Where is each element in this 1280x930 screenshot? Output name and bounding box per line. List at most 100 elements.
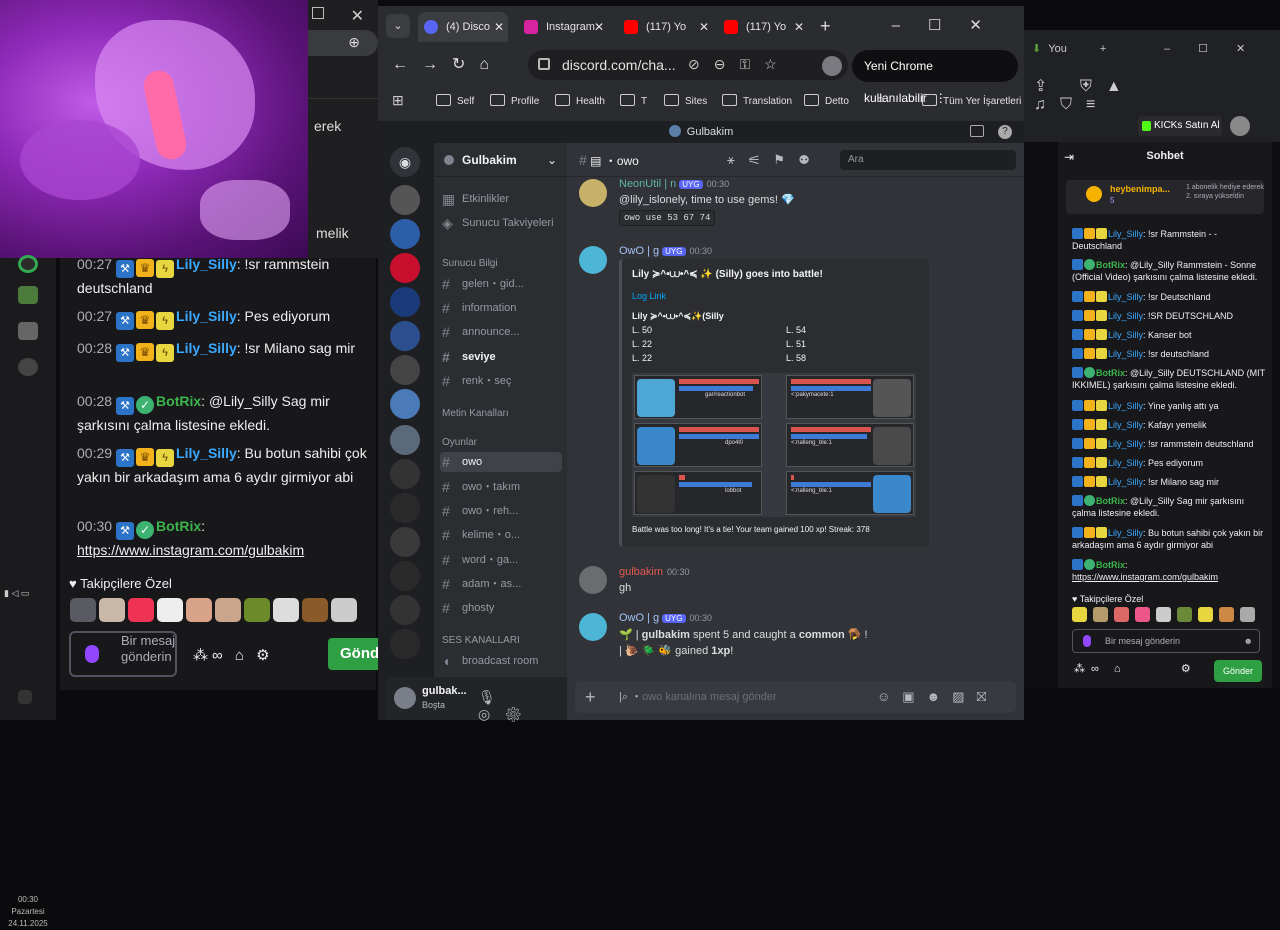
category-header[interactable]: Oyunlar bbox=[442, 437, 477, 448]
emote[interactable] bbox=[1156, 607, 1171, 622]
message-author[interactable]: OwO | g UYG 00:30 bbox=[619, 612, 712, 624]
voice-channel-item[interactable]: ◖ broadcast room bbox=[440, 651, 562, 671]
emote[interactable] bbox=[1219, 607, 1234, 622]
server-folder-icon[interactable] bbox=[390, 493, 420, 523]
channel-item[interactable]: # ghosty bbox=[440, 598, 562, 618]
help-icon[interactable]: ? bbox=[998, 125, 1012, 139]
category-header[interactable]: SES KANALLARI bbox=[442, 635, 520, 646]
message-author[interactable]: gulbakim 00:30 bbox=[619, 566, 690, 578]
bookmark-folder[interactable]: T bbox=[620, 94, 647, 107]
instagram-link[interactable]: https://www.instagram.com/gulbakim bbox=[77, 542, 304, 558]
maximize-icon[interactable] bbox=[312, 7, 324, 19]
server-icon[interactable] bbox=[390, 321, 420, 351]
server-icon[interactable] bbox=[390, 185, 420, 215]
avatar[interactable] bbox=[394, 687, 416, 709]
emote[interactable] bbox=[128, 598, 154, 622]
all-bookmarks[interactable]: Tüm Yer İşaretleri bbox=[922, 94, 1021, 107]
channel-item[interactable]: # adam・as... bbox=[440, 574, 562, 594]
mic-headset-settings-icons[interactable]: 🎙◎⚙ bbox=[478, 689, 567, 723]
server-icon[interactable] bbox=[390, 355, 420, 385]
avatar[interactable] bbox=[579, 613, 607, 641]
tab-search-icon[interactable]: ⌄ bbox=[386, 14, 410, 38]
apps-icon[interactable]: ⊞ bbox=[392, 92, 404, 109]
app-icon[interactable] bbox=[18, 322, 38, 340]
server-folder-icon[interactable] bbox=[390, 527, 420, 557]
chat-input[interactable]: Bir mesaj gönderin bbox=[69, 631, 177, 677]
bookmark-folder[interactable]: Health bbox=[555, 94, 605, 107]
emote[interactable] bbox=[273, 598, 299, 622]
log-link[interactable]: Log Link bbox=[632, 291, 666, 301]
avatar[interactable] bbox=[579, 246, 607, 274]
category-header[interactable]: Sunucu Bilgi bbox=[442, 258, 498, 269]
emote[interactable] bbox=[1114, 607, 1129, 622]
close-icon[interactable]: ✕ bbox=[351, 6, 364, 26]
send-button[interactable]: Gönder bbox=[1214, 660, 1262, 682]
nav-buttons[interactable]: ←→↻⌂ bbox=[392, 54, 503, 74]
server-header[interactable]: Gulbakim ⌄ bbox=[434, 143, 567, 177]
profile-avatar[interactable] bbox=[822, 56, 842, 76]
emote[interactable] bbox=[244, 598, 270, 622]
channel-item[interactable]: # announce... bbox=[440, 322, 562, 342]
channel-item[interactable]: # kelime・o... bbox=[440, 525, 562, 545]
mic-icon[interactable] bbox=[85, 645, 99, 663]
window-controls[interactable]: –☐✕ bbox=[892, 16, 1010, 34]
avatar[interactable] bbox=[579, 179, 607, 207]
emote[interactable] bbox=[302, 598, 328, 622]
input-toolbar-icons[interactable]: ☺▣☻▨⛝ bbox=[877, 681, 998, 713]
channel-item[interactable]: # seviye bbox=[440, 347, 562, 367]
instagram-link[interactable]: https://www.instagram.com/gulbakim bbox=[1072, 572, 1218, 582]
server-folder-icon[interactable] bbox=[390, 629, 420, 659]
bookmark-folder[interactable]: Sites bbox=[664, 94, 707, 107]
server-icon[interactable] bbox=[390, 425, 420, 455]
notification-icon[interactable] bbox=[18, 690, 32, 704]
channel-item[interactable]: # owo・takım bbox=[440, 477, 562, 497]
bookmark-folder[interactable]: Translation bbox=[722, 94, 792, 107]
server-folder-icon[interactable] bbox=[390, 561, 420, 591]
server-icon[interactable] bbox=[390, 219, 420, 249]
channel-item[interactable]: # renk・seç bbox=[440, 371, 562, 391]
buy-kicks-button[interactable]: KICKs Satın Al bbox=[1138, 116, 1222, 136]
chrome-icon[interactable] bbox=[18, 255, 38, 273]
new-tab-icon[interactable]: + bbox=[820, 16, 831, 37]
emote[interactable] bbox=[70, 598, 96, 622]
chat-toolbar-icons[interactable]: ⁂∞ ⌂ ⚙ bbox=[1074, 662, 1197, 675]
events-item[interactable]: ▦ Etkinlikler bbox=[440, 189, 562, 209]
discord-home-icon[interactable]: ◉ bbox=[390, 147, 420, 177]
address-bar-fragment[interactable] bbox=[308, 30, 378, 56]
chat-input[interactable]: Bir mesaj gönderin ☻ bbox=[1072, 629, 1260, 653]
message-author[interactable]: OwO | g UYG 00:30 bbox=[619, 245, 712, 257]
emote[interactable] bbox=[1135, 607, 1150, 622]
tab-label[interactable]: You bbox=[1048, 43, 1067, 55]
emote[interactable] bbox=[1198, 607, 1213, 622]
channel-item[interactable]: # information bbox=[440, 298, 562, 318]
toolbar-icons[interactable]: ⇪ ⛨▲ ♫⛉≡ bbox=[1034, 76, 1280, 114]
channel-item[interactable]: # gelen・gid... bbox=[440, 274, 562, 294]
add-attachment-icon[interactable]: + bbox=[585, 681, 596, 713]
channel-item-active[interactable]: # owo bbox=[440, 452, 562, 472]
emote[interactable] bbox=[99, 598, 125, 622]
category-header[interactable]: Metin Kanalları bbox=[442, 408, 509, 419]
server-icon[interactable] bbox=[390, 287, 420, 317]
tray-icons[interactable]: ▮ ◁ ▭ bbox=[4, 588, 52, 600]
server-folder-icon[interactable] bbox=[390, 595, 420, 625]
bookmark-folder[interactable]: Profile bbox=[490, 94, 539, 107]
avatar[interactable] bbox=[579, 566, 607, 594]
minecraft-icon[interactable] bbox=[18, 286, 38, 304]
chat-toolbar-icons[interactable]: ⁂∞ ⌂ ⚙ bbox=[193, 646, 274, 664]
header-icons[interactable]: ⚹⚟⚑⚉ bbox=[727, 143, 823, 177]
tab-instagram[interactable]: Instagram ✕ bbox=[518, 12, 608, 42]
emote[interactable] bbox=[157, 598, 183, 622]
zoom-in-icon[interactable]: ⊕ bbox=[348, 34, 360, 51]
server-folder-icon[interactable] bbox=[390, 459, 420, 489]
emote[interactable] bbox=[1072, 607, 1087, 622]
tab-youtube[interactable]: (117) Yo ✕ bbox=[718, 12, 808, 42]
search-input[interactable]: Ara bbox=[840, 150, 1016, 170]
obs-icon[interactable] bbox=[18, 358, 38, 376]
message-author[interactable]: NeonUtil | n UYG 00:30 bbox=[619, 178, 729, 190]
emote[interactable] bbox=[1240, 607, 1255, 622]
server-boosts-item[interactable]: ◈ Sunucu Takviyeleri bbox=[440, 213, 562, 233]
more-bookmarks-icon[interactable]: » bbox=[878, 92, 885, 106]
emote[interactable] bbox=[1177, 607, 1192, 622]
tab-youtube[interactable]: (117) Yo ✕ bbox=[618, 12, 713, 42]
emote[interactable] bbox=[215, 598, 241, 622]
